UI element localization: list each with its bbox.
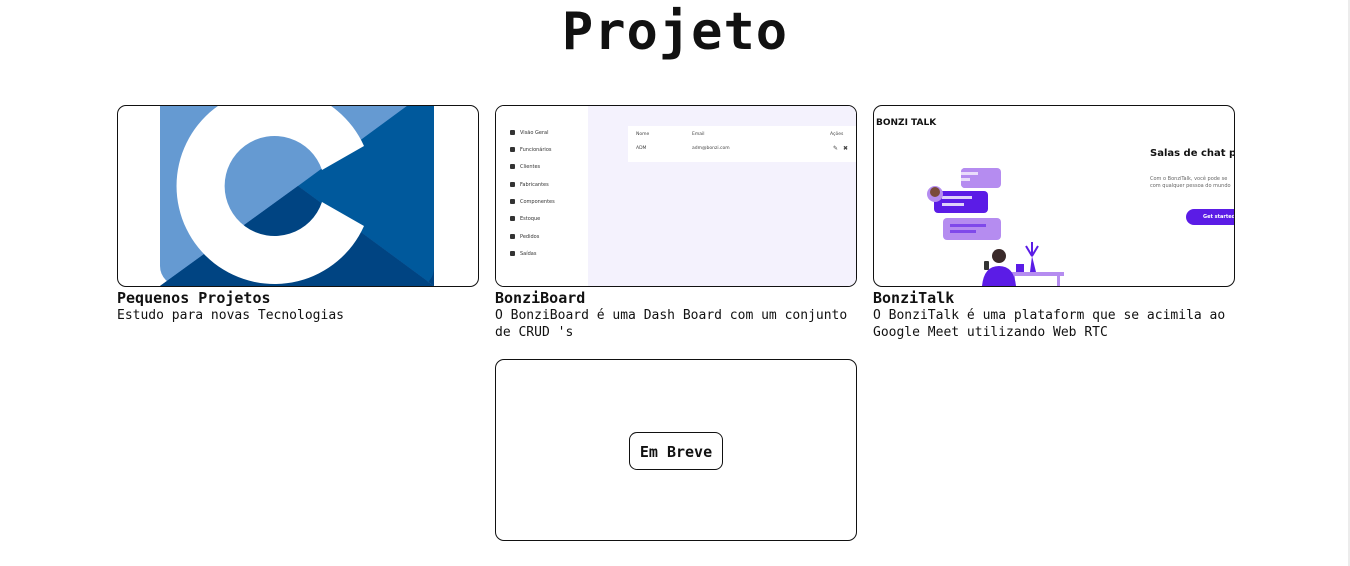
factory-icon xyxy=(510,182,515,187)
dashboard-main: Nome Email Ações ADM adm@bonzi.com ✎ ✖ xyxy=(588,106,856,286)
delete-icon: ✖ xyxy=(843,145,849,152)
coming-soon-box: Em Breve xyxy=(495,359,857,541)
box-icon xyxy=(510,216,515,221)
dashboard-menu-item: Clientes xyxy=(510,164,540,170)
user-icon xyxy=(510,147,515,152)
project-description: O BonziTalk é uma plataform que se acimi… xyxy=(873,308,1226,340)
project-card-pequenos-projetos[interactable]: Pequenos Projetos Estudo para novas Tecn… xyxy=(117,105,479,324)
coming-soon-button[interactable]: Em Breve xyxy=(629,432,723,470)
dashboard-menu-item: Fabricantes xyxy=(510,182,549,188)
project-description: Estudo para novas Tecnologias xyxy=(117,308,344,323)
dashboard-menu-item: Saídas xyxy=(510,251,536,257)
chip-icon xyxy=(510,199,515,204)
project-title[interactable]: BonziBoard xyxy=(495,289,857,307)
dashboard-menu-item: Visão Geral xyxy=(510,130,548,136)
order-icon xyxy=(510,234,515,239)
project-card-bonzitalk[interactable]: BONZI TALK Salas de chat para Com o Bonz… xyxy=(873,105,1235,341)
project-thumbnail[interactable] xyxy=(117,105,479,287)
dashboard-sidebar: Visão Geral Funcionários Clientes Fabric… xyxy=(496,106,588,286)
project-thumbnail[interactable]: Visão Geral Funcionários Clientes Fabric… xyxy=(495,105,857,287)
project-description: O BonziBoard é uma Dash Board com um con… xyxy=(495,308,848,340)
project-title[interactable]: Pequenos Projetos xyxy=(117,289,479,307)
page-title: Projeto xyxy=(561,2,789,62)
edit-icon: ✎ xyxy=(833,145,839,152)
dashboard-menu-item: Pedidos xyxy=(510,234,539,240)
project-title[interactable]: BonziTalk xyxy=(873,289,1235,307)
home-icon xyxy=(510,130,515,135)
dashboard-menu-item: Estoque xyxy=(510,216,540,222)
users-icon xyxy=(510,164,515,169)
c-language-logo-icon xyxy=(160,106,434,286)
dashboard-menu-item: Componentes xyxy=(510,199,555,205)
exit-icon xyxy=(510,251,515,256)
dashboard-table: Nome Email Ações ADM adm@bonzi.com ✎ ✖ xyxy=(628,126,856,162)
project-card-coming-soon: Em Breve xyxy=(495,359,857,541)
project-card-bonziboard[interactable]: Visão Geral Funcionários Clientes Fabric… xyxy=(495,105,857,341)
dashboard-menu-item: Funcionários xyxy=(510,147,551,153)
project-thumbnail[interactable]: BONZI TALK Salas de chat para Com o Bonz… xyxy=(873,105,1235,287)
chat-illustration-icon xyxy=(927,168,1064,286)
